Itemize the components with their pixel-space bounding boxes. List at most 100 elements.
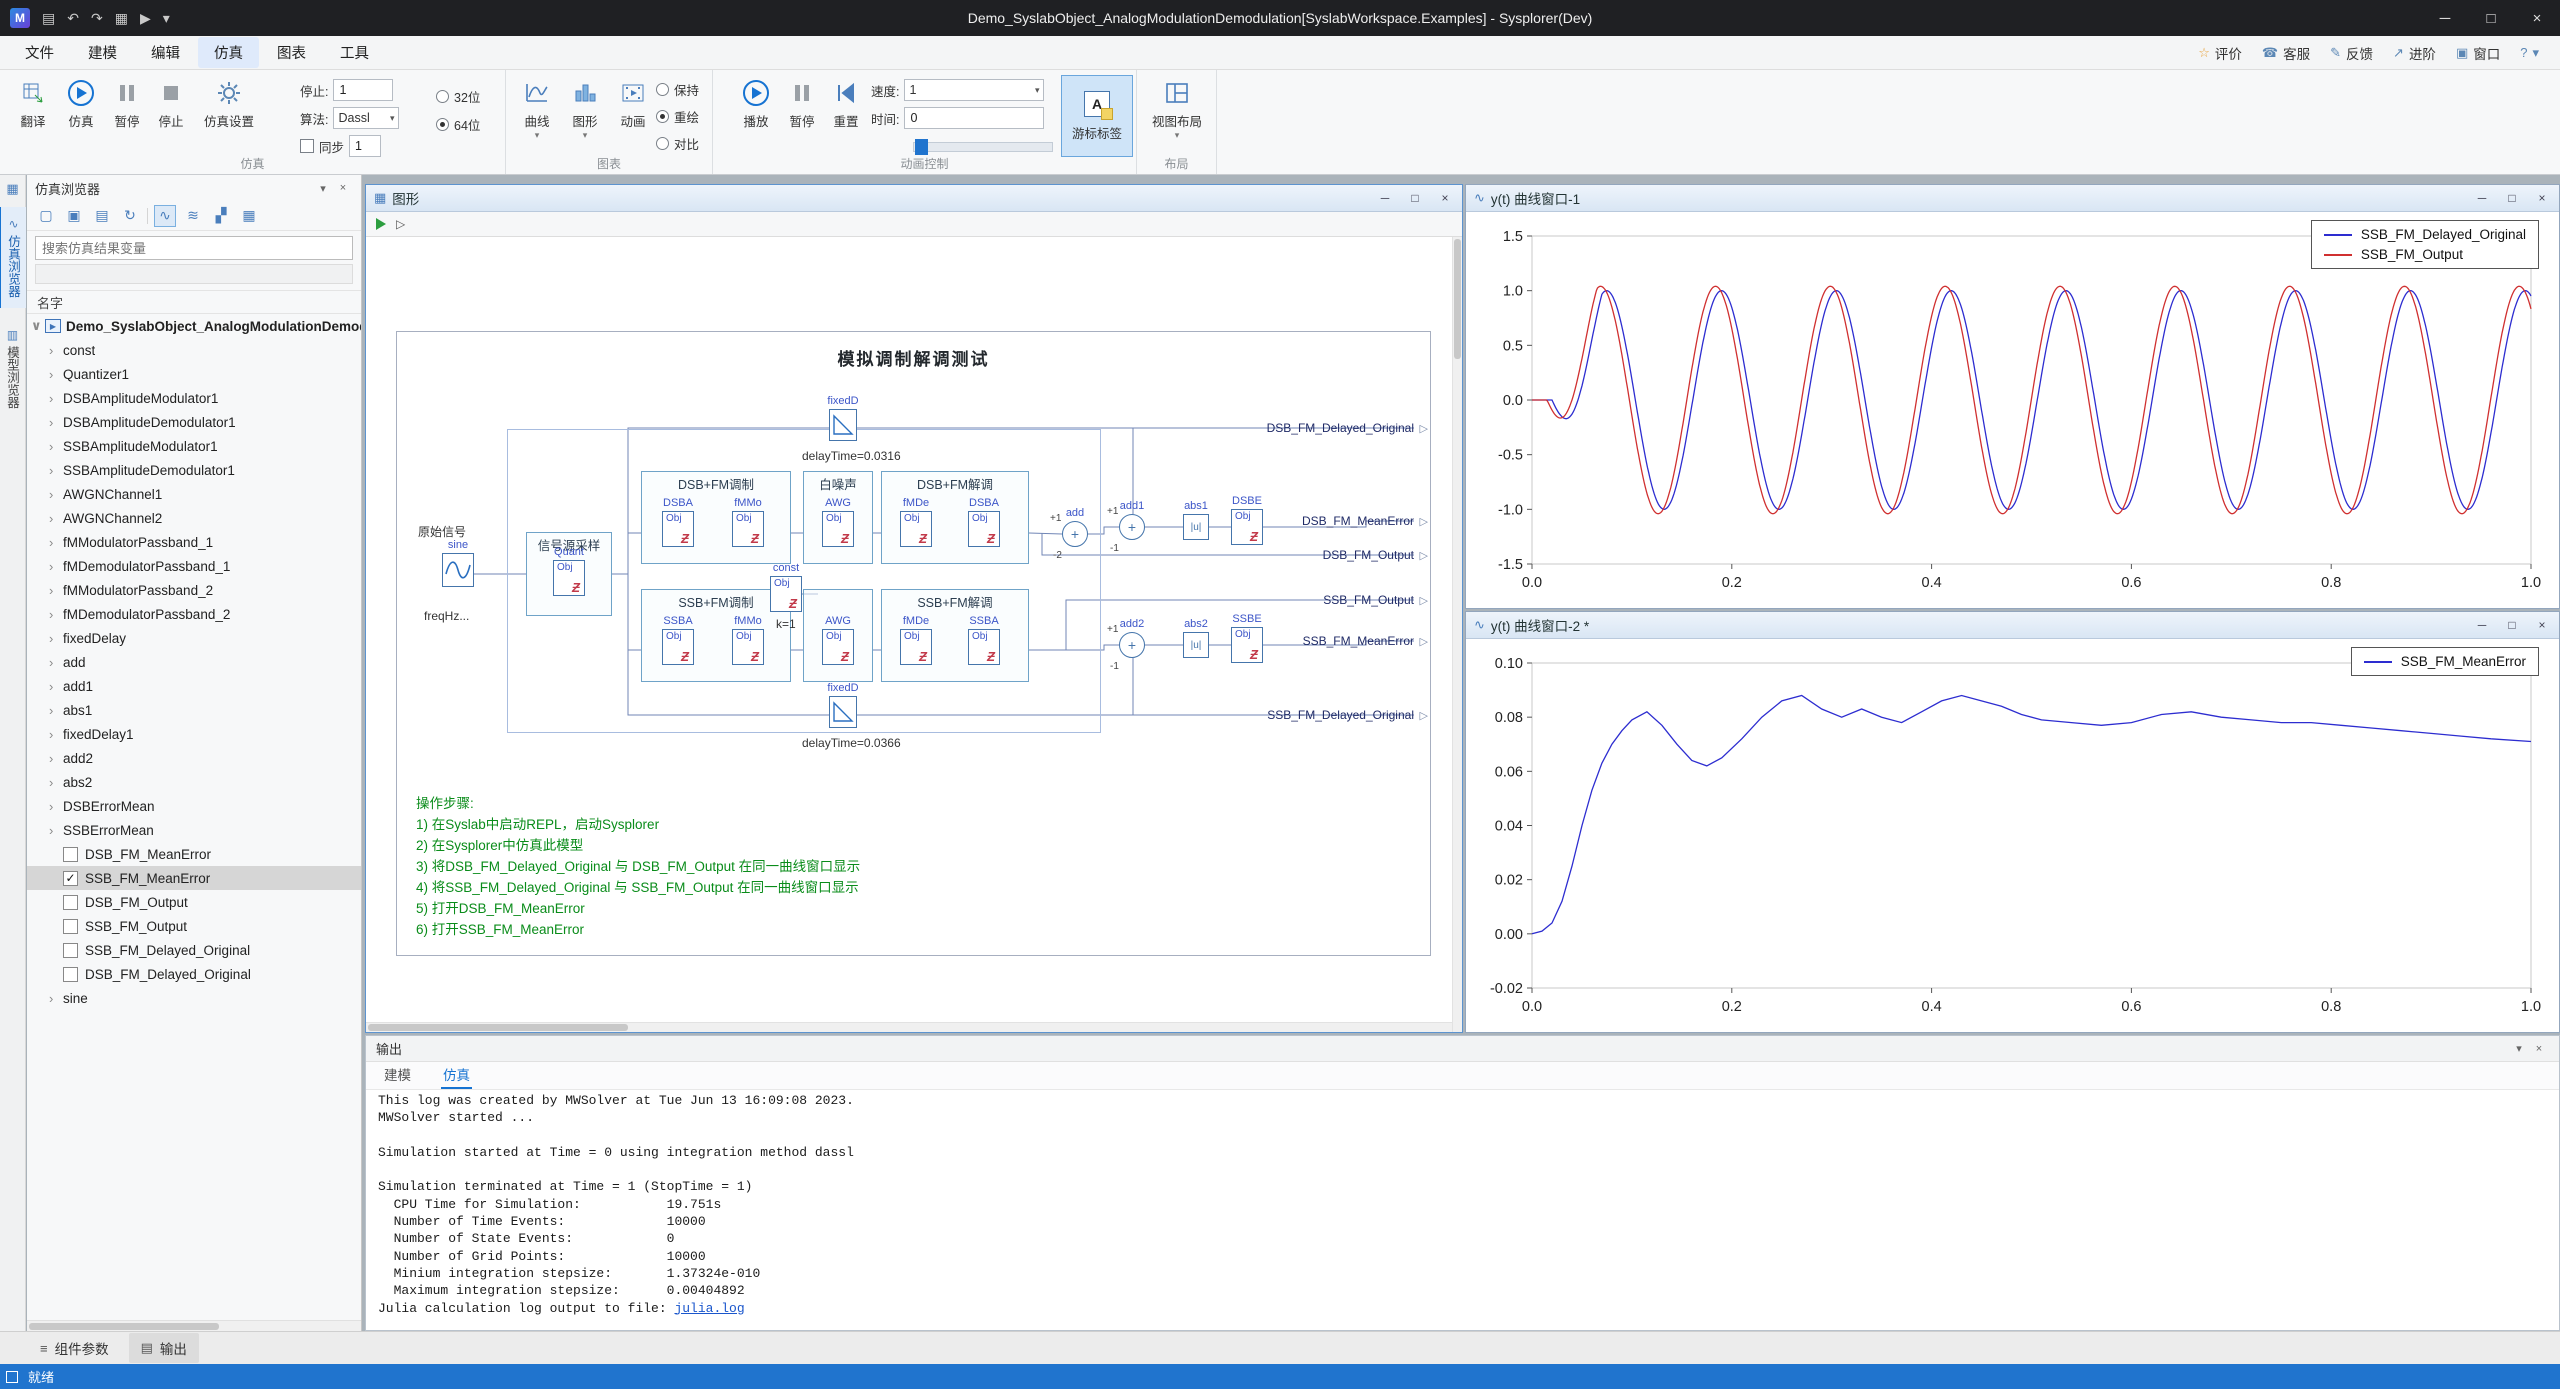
translate-button[interactable]: 翻译 xyxy=(10,75,56,130)
time-slider[interactable] xyxy=(913,142,1053,152)
menu-item-编辑[interactable]: 编辑 xyxy=(135,37,196,68)
diagram-block-SSBA[interactable]: SSBAObjƵ xyxy=(961,615,1007,665)
tree-item-add1[interactable]: ›add1 xyxy=(27,674,361,698)
tree-item-fixedDelay[interactable]: ›fixedDelay xyxy=(27,626,361,650)
time-input[interactable] xyxy=(904,107,1044,129)
expander-icon[interactable]: › xyxy=(49,607,63,622)
grid-icon[interactable]: ▦ xyxy=(115,10,128,27)
scrollbar-thumb[interactable] xyxy=(29,1323,219,1330)
expander-icon[interactable]: › xyxy=(49,343,63,358)
simulate-button[interactable]: 仿真 xyxy=(58,75,104,130)
tree-item-fMDemodulatorPassband_1[interactable]: ›fMDemodulatorPassband_1 xyxy=(27,554,361,578)
tree-item-DSBErrorMean[interactable]: ›DSBErrorMean xyxy=(27,794,361,818)
expander-icon[interactable]: › xyxy=(49,703,63,718)
overlay-curves-icon[interactable]: ∿ xyxy=(154,205,176,227)
tree-item-Demo_SyslabObject_AnalogModulationDemodulation[interactable]: ∨▶Demo_SyslabObject_AnalogModulationDemo… xyxy=(27,314,361,338)
speed-select[interactable]: 1▾ xyxy=(904,79,1044,101)
diagram-vscrollbar[interactable] xyxy=(1452,237,1462,1032)
diagram-block-fixedD[interactable]: fixedD xyxy=(820,682,866,728)
radio-32bit[interactable]: 32位 xyxy=(436,87,480,106)
tree-item-SSBAmplitudeDemodulator1[interactable]: ›SSBAmplitudeDemodulator1 xyxy=(27,458,361,482)
expander-icon[interactable]: › xyxy=(49,391,63,406)
diagram-block-fixedD[interactable]: fixedD xyxy=(820,395,866,441)
view-layout-button[interactable]: 视图布局 ▾ xyxy=(1147,75,1207,139)
expander-icon[interactable]: › xyxy=(49,535,63,550)
expander-icon[interactable]: › xyxy=(49,463,63,478)
close-button[interactable]: × xyxy=(1430,187,1460,210)
radio-compare[interactable]: 对比 xyxy=(656,134,699,153)
tree-item-SSBErrorMean[interactable]: ›SSBErrorMean xyxy=(27,818,361,842)
expander-icon[interactable]: › xyxy=(49,631,63,646)
close-button[interactable]: × xyxy=(2514,0,2560,36)
menu-item-图表[interactable]: 图表 xyxy=(261,37,322,68)
radio-hold[interactable]: 保持 xyxy=(656,80,699,99)
panel-close-icon[interactable]: × xyxy=(2529,1043,2549,1055)
tree-item-SSB_FM_Delayed_Original[interactable]: SSB_FM_Delayed_Original xyxy=(27,938,361,962)
diagram-block-DSBA[interactable]: DSBAObjƵ xyxy=(961,497,1007,547)
tab-simulation[interactable]: 仿真 xyxy=(441,1060,472,1089)
diagram-block-fMDe[interactable]: fMDeObjƵ xyxy=(893,615,939,665)
tree-item-DSB_FM_Output[interactable]: DSB_FM_Output xyxy=(27,890,361,914)
anim-reset-button[interactable]: 重置 xyxy=(823,75,869,130)
curve-button[interactable]: 曲线 ▾ xyxy=(514,75,560,139)
maximize-button[interactable]: □ xyxy=(2497,187,2527,210)
expander-icon[interactable]: › xyxy=(49,439,63,454)
menu-right-窗口[interactable]: ▣窗口 xyxy=(2447,39,2509,67)
cursor-label-button[interactable]: A 游标标签 xyxy=(1061,75,1133,157)
stop-time-input[interactable] xyxy=(333,79,393,101)
menu-right-反馈[interactable]: ✎反馈 xyxy=(2321,39,2382,67)
anim-play-button[interactable]: 播放 xyxy=(733,75,779,130)
redo-icon[interactable]: ↷ xyxy=(91,10,103,27)
expander-icon[interactable]: › xyxy=(49,415,63,430)
panel-close-icon[interactable]: × xyxy=(333,182,353,194)
tree-item-fMDemodulatorPassband_2[interactable]: ›fMDemodulatorPassband_2 xyxy=(27,602,361,626)
close-button[interactable]: × xyxy=(2527,614,2557,637)
tree-item-abs2[interactable]: ›abs2 xyxy=(27,770,361,794)
tree-item-Quantizer1[interactable]: ›Quantizer1 xyxy=(27,362,361,386)
undo-icon[interactable]: ↶ xyxy=(67,10,79,27)
tree-item-SSB_FM_Output[interactable]: SSB_FM_Output xyxy=(27,914,361,938)
diagram-block-AWG[interactable]: AWGObjƵ xyxy=(815,615,861,665)
menu-right-客服[interactable]: ☎客服 xyxy=(2253,39,2319,67)
menu-right-评价[interactable]: ☆评价 xyxy=(2189,39,2251,67)
help-button[interactable]: ?▾ xyxy=(2511,41,2548,65)
radio-redraw[interactable]: 重绘 xyxy=(656,107,699,126)
expander-icon[interactable]: › xyxy=(49,511,63,526)
expander-icon[interactable]: › xyxy=(49,799,63,814)
expander-icon[interactable]: › xyxy=(49,367,63,382)
tab-modeling[interactable]: 建模 xyxy=(382,1060,413,1089)
scrollbar-thumb[interactable] xyxy=(1454,239,1461,359)
search-input[interactable] xyxy=(42,241,346,256)
diagram-step-icon[interactable]: ▷ xyxy=(396,217,405,231)
diagram-block-DSBE[interactable]: DSBEObjƵ xyxy=(1224,495,1270,545)
menu-right-进阶[interactable]: ↗进阶 xyxy=(2384,39,2445,67)
variable-checkbox[interactable]: ✓ xyxy=(63,871,78,886)
expander-icon[interactable]: › xyxy=(49,655,63,670)
tree-item-DSB_FM_MeanError[interactable]: DSB_FM_MeanError xyxy=(27,842,361,866)
diagram-block-Quant[interactable]: QuantObjƵ xyxy=(546,546,592,596)
diagram-block-abs2[interactable]: abs2|u| xyxy=(1173,618,1219,658)
radio-64bit[interactable]: 64位 xyxy=(436,115,480,134)
output-log[interactable]: This log was created by MWSolver at Tue … xyxy=(366,1090,2559,1330)
sync-checkbox[interactable] xyxy=(300,139,314,153)
diagram-block-abs1[interactable]: abs1|u| xyxy=(1173,500,1219,540)
tree-item-AWGNChannel1[interactable]: ›AWGNChannel1 xyxy=(27,482,361,506)
diagram-block-fMDe[interactable]: fMDeObjƵ xyxy=(893,497,939,547)
expander-icon[interactable]: › xyxy=(49,679,63,694)
variable-checkbox[interactable] xyxy=(63,847,78,862)
tree-item-fMModulatorPassband_2[interactable]: ›fMModulatorPassband_2 xyxy=(27,578,361,602)
diagram-block-AWG[interactable]: AWGObjƵ xyxy=(815,497,861,547)
plot-window-titlebar[interactable]: ∿ y(t) 曲线窗口-1 ─ □ × xyxy=(1466,185,2559,212)
sync-input[interactable] xyxy=(349,135,381,157)
minimize-button[interactable]: ─ xyxy=(2467,187,2497,210)
simulation-settings-button[interactable]: 仿真设置 xyxy=(200,75,258,130)
diagram-block-const[interactable]: constObjƵ xyxy=(763,562,809,612)
scrollbar-thumb[interactable] xyxy=(368,1024,628,1031)
menu-item-仿真[interactable]: 仿真 xyxy=(198,37,259,68)
minimize-button[interactable]: ─ xyxy=(2467,614,2497,637)
variable-checkbox[interactable] xyxy=(63,943,78,958)
grid-window-icon[interactable]: ▦ xyxy=(238,205,260,227)
tree-item-AWGNChannel2[interactable]: ›AWGNChannel2 xyxy=(27,506,361,530)
tree-item-const[interactable]: ›const xyxy=(27,338,361,362)
plot-window-titlebar[interactable]: ∿ y(t) 曲线窗口-2 * ─ □ × xyxy=(1466,612,2559,639)
